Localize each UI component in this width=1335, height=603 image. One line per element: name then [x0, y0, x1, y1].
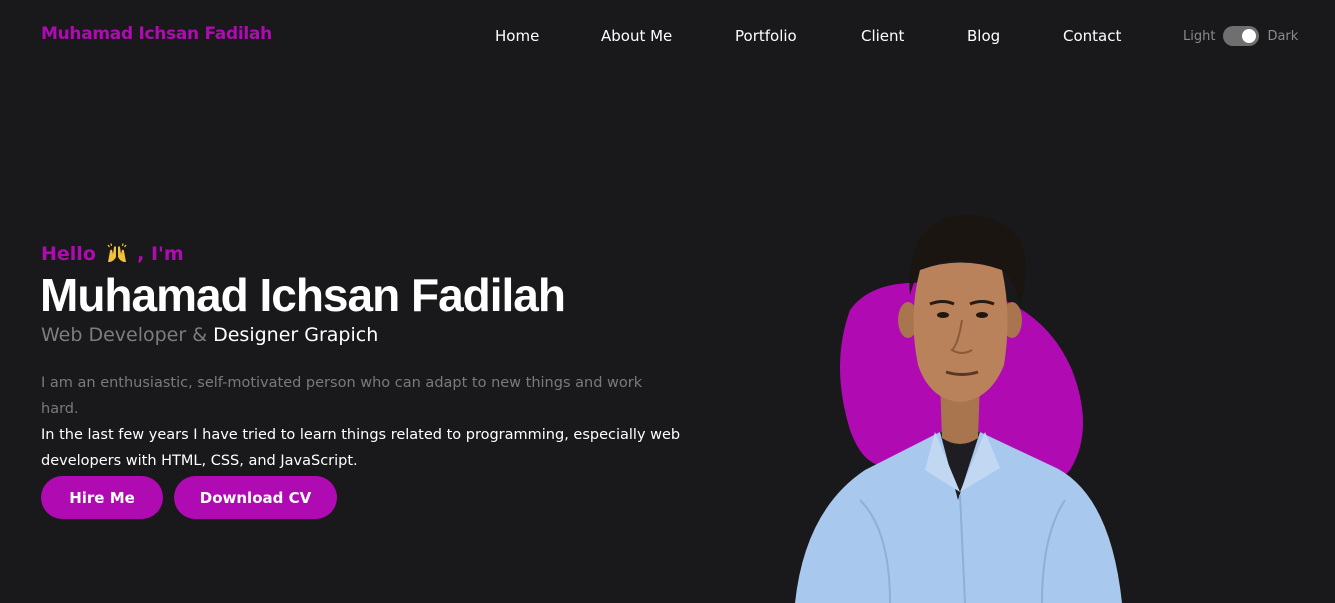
role-muted: Web Developer & — [41, 324, 208, 346]
hero-portrait — [795, 214, 1122, 603]
nav-about-me[interactable]: About Me — [601, 27, 672, 45]
hero-greeting: Hello , I'm — [41, 243, 184, 265]
brand-logo[interactable]: Muhamad Ichsan Fadilah — [41, 24, 272, 44]
nav-contact[interactable]: Contact — [1063, 27, 1121, 45]
nav-portfolio[interactable]: Portfolio — [735, 27, 797, 45]
description-line-1: I am an enthusiastic, self-motivated per… — [41, 375, 643, 417]
raising-hands-icon — [107, 243, 126, 262]
hero-role: Web Developer & Designer Grapich — [41, 324, 378, 346]
description-line-2: In the last few years I have tried to le… — [41, 427, 681, 469]
nav-client[interactable]: Client — [861, 27, 904, 45]
nav-blog[interactable]: Blog — [967, 27, 1000, 45]
hero-description: I am an enthusiastic, self-motivated per… — [41, 370, 681, 474]
download-cv-button[interactable]: Download CV — [174, 476, 337, 519]
nav-home[interactable]: Home — [495, 27, 539, 45]
theme-dark-label: Dark — [1267, 28, 1299, 44]
theme-switch-knob — [1242, 29, 1257, 43]
theme-switch[interactable] — [1223, 26, 1260, 46]
greeting-prefix: Hello — [41, 243, 96, 265]
role-highlight: Designer Grapich — [213, 324, 379, 346]
hero-name: Muhamad Ichsan Fadilah — [40, 269, 566, 321]
greeting-suffix: , I'm — [137, 243, 184, 265]
theme-toggle: Light Dark — [1183, 25, 1298, 47]
navbar: Muhamad Ichsan Fadilah Home About Me Por… — [0, 0, 1335, 72]
theme-light-label: Light — [1183, 28, 1216, 44]
hire-me-button[interactable]: Hire Me — [41, 476, 163, 519]
